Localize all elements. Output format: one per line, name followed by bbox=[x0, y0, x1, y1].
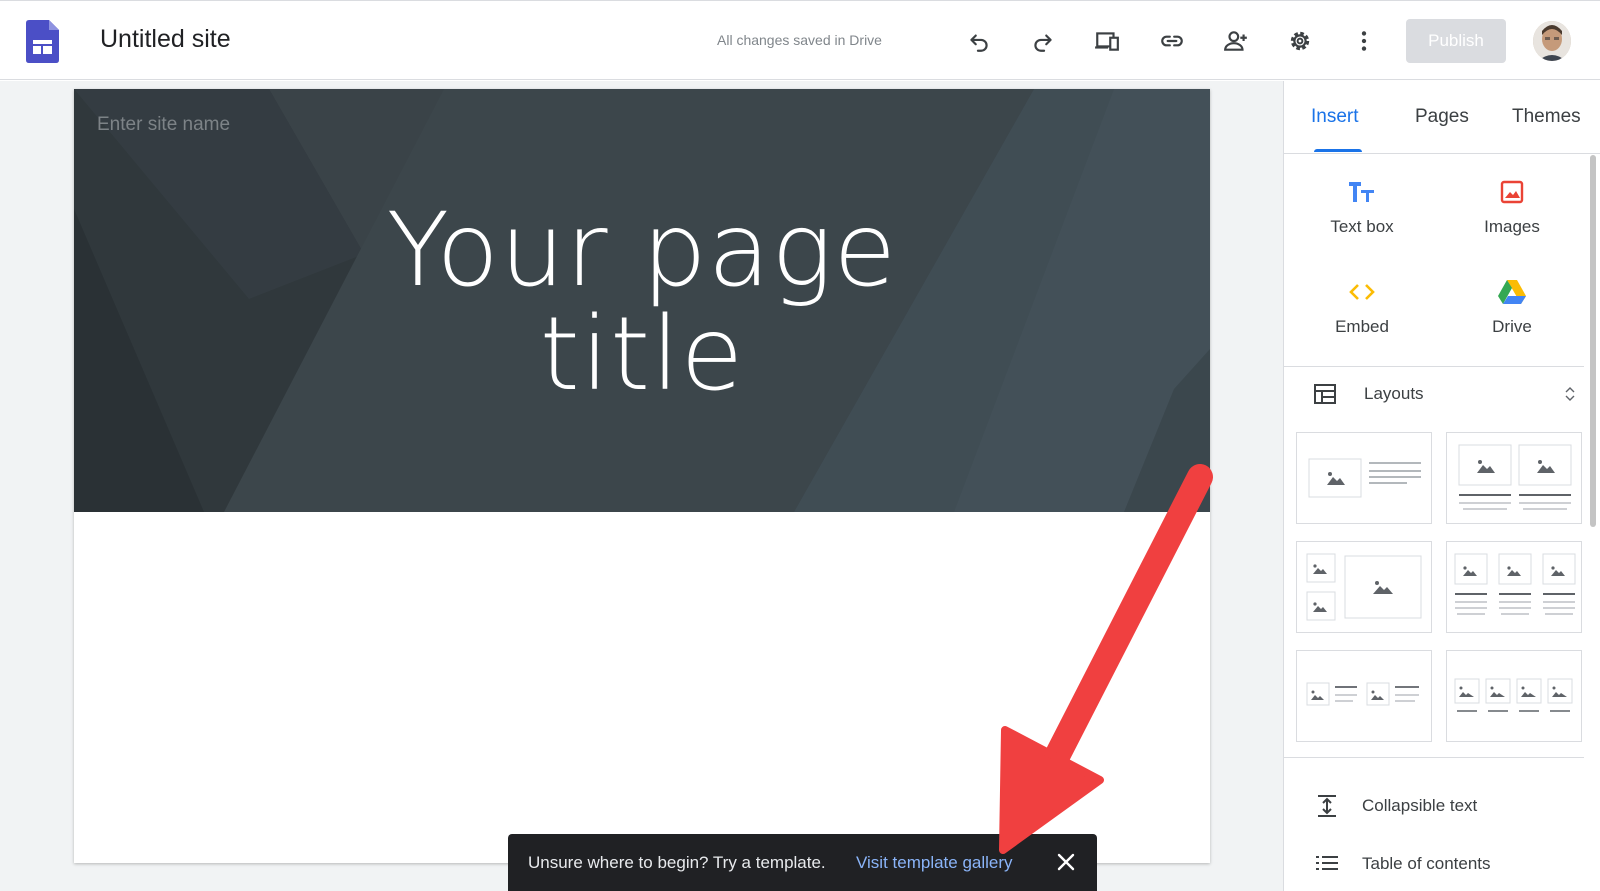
page-title-line-1: Your page bbox=[386, 191, 898, 310]
top-bar: Untitled site All changes saved in Drive… bbox=[0, 0, 1600, 80]
publish-button[interactable]: Publish bbox=[1406, 19, 1506, 63]
layout-option-6[interactable] bbox=[1446, 650, 1582, 742]
visit-template-gallery-link[interactable]: Visit template gallery bbox=[856, 853, 1013, 873]
text-box-icon bbox=[1349, 182, 1374, 202]
table-of-contents-label: Table of contents bbox=[1362, 854, 1491, 873]
tab-insert[interactable]: Insert bbox=[1311, 106, 1359, 128]
embed-icon bbox=[1349, 284, 1375, 300]
link-button[interactable] bbox=[1154, 23, 1190, 59]
undo-icon bbox=[970, 34, 988, 52]
drive-icon bbox=[1498, 280, 1526, 304]
site-title[interactable]: Untitled site bbox=[100, 25, 231, 54]
redo-icon bbox=[1034, 34, 1052, 52]
layouts-section-header[interactable]: Layouts bbox=[1314, 381, 1576, 407]
insert-embed-button[interactable]: Embed bbox=[1287, 277, 1437, 337]
panel-scrollbar[interactable] bbox=[1590, 155, 1596, 527]
save-status: All changes saved in Drive bbox=[717, 32, 882, 48]
layouts-label: Layouts bbox=[1364, 384, 1424, 403]
undo-button[interactable] bbox=[961, 23, 997, 59]
preview-button[interactable] bbox=[1089, 23, 1125, 59]
collapsible-text-label: Collapsible text bbox=[1362, 796, 1478, 815]
insert-drive-label: Drive bbox=[1492, 317, 1532, 336]
google-sites-logo-icon[interactable] bbox=[26, 20, 59, 63]
link-icon bbox=[1161, 35, 1183, 47]
page-preview: Your page title bbox=[74, 89, 1210, 863]
insert-images-label: Images bbox=[1484, 217, 1540, 236]
redo-button[interactable] bbox=[1025, 23, 1061, 59]
layout-option-1[interactable] bbox=[1296, 432, 1432, 524]
layouts-icon bbox=[1314, 384, 1336, 404]
insert-panel: Insert Pages Themes Text box Images Embe… bbox=[1283, 81, 1600, 891]
images-icon bbox=[1500, 180, 1524, 204]
share-button[interactable] bbox=[1218, 23, 1254, 59]
site-name-input[interactable] bbox=[97, 114, 397, 136]
insert-drive-button[interactable]: Drive bbox=[1437, 277, 1587, 337]
insert-embed-label: Embed bbox=[1335, 317, 1389, 336]
avatar[interactable] bbox=[1533, 21, 1571, 61]
share-icon bbox=[1224, 31, 1247, 51]
insert-text-box-label: Text box bbox=[1330, 217, 1394, 236]
collapsible-text-icon bbox=[1318, 795, 1336, 817]
layout-option-2[interactable] bbox=[1446, 432, 1582, 524]
page-title[interactable]: Your page title bbox=[74, 199, 1210, 407]
layout-option-5[interactable] bbox=[1296, 650, 1432, 742]
editor-canvas: Your page title bbox=[0, 81, 1283, 891]
page-title-line-2: title bbox=[539, 295, 745, 414]
snackbar-message: Unsure where to begin? Try a template. bbox=[528, 853, 826, 872]
insert-images-button[interactable]: Images bbox=[1437, 177, 1587, 237]
layout-option-3[interactable] bbox=[1296, 541, 1432, 633]
layout-option-4[interactable] bbox=[1446, 541, 1582, 633]
panel-divider bbox=[1284, 366, 1584, 367]
collapse-chevron-icon[interactable] bbox=[1564, 385, 1576, 403]
preview-icon bbox=[1095, 32, 1119, 51]
settings-button[interactable] bbox=[1282, 23, 1318, 59]
panel-tabs: Insert Pages Themes bbox=[1284, 81, 1600, 154]
tab-pages[interactable]: Pages bbox=[1415, 106, 1469, 128]
template-snackbar: Unsure where to begin? Try a template. V… bbox=[508, 834, 1097, 891]
insert-table-of-contents-button[interactable]: Table of contents bbox=[1314, 849, 1574, 879]
insert-text-box-button[interactable]: Text box bbox=[1287, 177, 1437, 237]
tab-themes[interactable]: Themes bbox=[1512, 106, 1581, 128]
settings-icon bbox=[1290, 31, 1310, 51]
table-of-contents-icon bbox=[1316, 856, 1338, 870]
insert-collapsible-text-button[interactable]: Collapsible text bbox=[1314, 791, 1574, 821]
panel-divider bbox=[1284, 757, 1584, 758]
close-icon[interactable] bbox=[1054, 850, 1078, 874]
active-tab-indicator bbox=[1314, 149, 1362, 152]
page-header-banner[interactable]: Your page title bbox=[74, 89, 1210, 512]
more-options-button[interactable] bbox=[1346, 23, 1382, 59]
more-vert-icon bbox=[1361, 31, 1367, 51]
